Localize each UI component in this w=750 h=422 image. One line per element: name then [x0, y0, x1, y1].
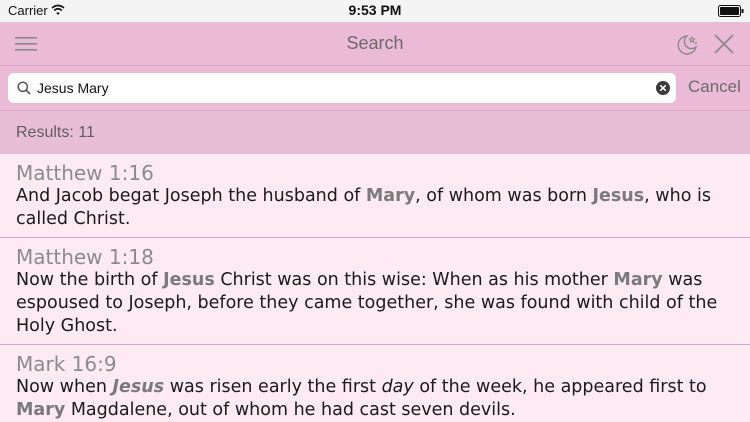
status-bar: Carrier 9:53 PM — [0, 0, 750, 22]
nav-bar: Search — [0, 22, 750, 66]
verse-text: Now when Jesus was risen early the first… — [16, 376, 734, 422]
status-time: 9:53 PM — [348, 2, 402, 18]
verse-text: Now the birth of Jesus Christ was on thi… — [16, 269, 734, 338]
verse-reference: Matthew 1:16 — [16, 161, 154, 185]
highlighted-term: Jesus — [163, 270, 215, 290]
highlighted-term: Mary — [16, 400, 66, 420]
clear-search-icon[interactable] — [656, 81, 670, 95]
verse-segment: of the week, he appeared first to — [413, 377, 707, 397]
highlighted-term: Jesus — [112, 377, 165, 397]
verse-segment: Now when — [16, 377, 113, 397]
results-list[interactable]: Matthew 1:16 And Jacob begat Joseph the … — [0, 154, 750, 422]
verse-segment: was risen early the first — [164, 377, 382, 397]
list-item[interactable]: Matthew 1:16 And Jacob begat Joseph the … — [0, 154, 750, 238]
verse-segment: , of whom was born — [415, 186, 593, 206]
highlighted-term: Jesus — [592, 186, 645, 206]
verse-segment: Christ was on this wise: When as his mot… — [214, 270, 614, 290]
search-input[interactable] — [37, 78, 637, 98]
close-icon[interactable] — [713, 33, 735, 55]
verse-segment: day — [381, 377, 414, 397]
verse-segment: Magdalene, out of whom he had cast seven… — [65, 400, 516, 420]
search-icon — [17, 81, 31, 95]
search-row: Cancel — [0, 66, 750, 110]
results-count: Results: 11 — [16, 124, 95, 141]
verse-text: And Jacob begat Joseph the husband of Ma… — [16, 185, 734, 231]
cancel-button[interactable]: Cancel — [688, 77, 741, 97]
battery-icon — [718, 5, 744, 17]
page-title: Search — [346, 33, 404, 53]
highlighted-term: Mary — [613, 270, 663, 290]
verse-reference: Mark 16:9 — [16, 352, 117, 376]
night-mode-icon[interactable] — [675, 32, 699, 56]
verse-reference: Matthew 1:18 — [16, 245, 154, 269]
list-item[interactable]: Matthew 1:18 Now the birth of Jesus Chri… — [0, 238, 750, 345]
search-field[interactable] — [8, 73, 676, 103]
list-item[interactable]: Mark 16:9 Now when Jesus was risen early… — [0, 345, 750, 422]
verse-segment: Now the birth of — [16, 270, 164, 290]
verse-segment: And Jacob begat Joseph the husband of — [16, 186, 366, 206]
results-bar: Results: 11 — [0, 110, 750, 154]
highlighted-term: Mary — [365, 186, 416, 206]
